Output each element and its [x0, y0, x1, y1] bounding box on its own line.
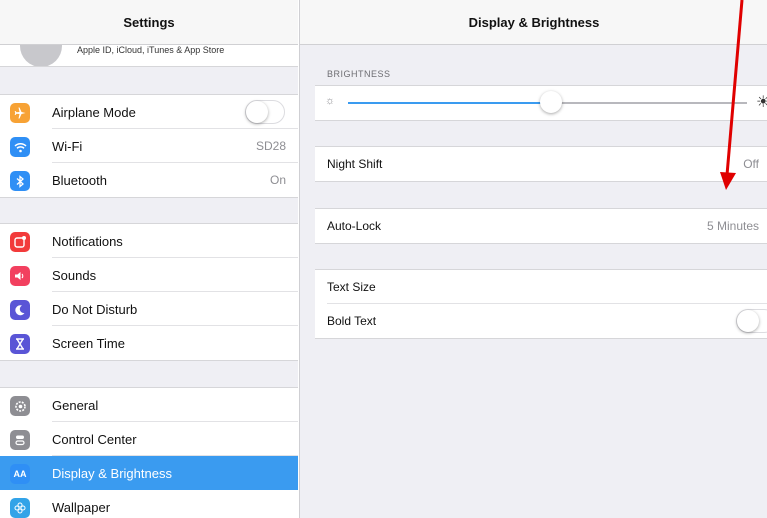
wifi-icon	[10, 137, 30, 157]
text-size-label: Text Size	[327, 280, 376, 294]
flower-icon	[10, 498, 30, 518]
sidebar-item-sounds[interactable]: Sounds	[0, 258, 298, 292]
avatar	[20, 45, 62, 66]
notifications-icon	[10, 232, 30, 252]
airplane-mode-toggle[interactable]	[245, 100, 285, 124]
connectivity-group: Airplane Mode Wi-Fi SD28 Bluetooth On	[0, 94, 298, 198]
sidebar-item-label: Airplane Mode	[52, 105, 136, 120]
hourglass-icon	[10, 334, 30, 354]
sidebar-title: Settings	[123, 15, 175, 30]
night-shift-row[interactable]: Night Shift Off	[315, 147, 767, 181]
apple-id-subtitle: Apple ID, iCloud, iTunes & App Store	[77, 45, 225, 55]
sidebar-item-label: Bluetooth	[52, 173, 107, 188]
night-shift-label: Night Shift	[327, 157, 383, 171]
sidebar-item-label: Do Not Disturb	[52, 302, 138, 317]
sidebar-item-display-brightness[interactable]: AA Display & Brightness	[0, 456, 298, 490]
brightness-card: ☼ ☀	[315, 85, 767, 121]
sidebar-item-label: General	[52, 398, 99, 413]
moon-icon	[10, 300, 30, 320]
display-brightness-pane: Display & Brightness BRIGHTNESS ☼ ☀ Nigh…	[299, 0, 767, 518]
sidebar-item-bluetooth[interactable]: Bluetooth On	[0, 163, 298, 197]
slider-track-empty	[551, 102, 747, 104]
settings-sidebar: Settings Apple ID, iCloud, iTunes & App …	[0, 0, 298, 518]
sidebar-item-label: Wi-Fi	[52, 139, 83, 154]
night-shift-value: Off	[743, 157, 759, 171]
sidebar-item-label: Control Center	[52, 432, 137, 447]
toggle-knob	[246, 101, 268, 123]
brightness-slider-thumb[interactable]	[540, 91, 563, 113]
sidebar-header: Settings	[0, 0, 298, 45]
text-card: Text Size Bold Text	[315, 269, 767, 339]
sidebar-item-control-center[interactable]: Control Center	[0, 422, 298, 456]
sidebar-item-general[interactable]: General	[0, 388, 298, 422]
night-shift-card: Night Shift Off	[315, 146, 767, 182]
sun-small-icon: ☼	[325, 95, 336, 107]
sidebar-item-wallpaper[interactable]: Wallpaper	[0, 490, 298, 518]
auto-lock-row[interactable]: Auto-Lock 5 Minutes	[315, 209, 767, 243]
brightness-slider-row: ☼ ☀	[315, 86, 767, 120]
bold-text-toggle[interactable]	[736, 309, 767, 333]
brightness-section-label: BRIGHTNESS	[327, 69, 391, 79]
bluetooth-value: On	[269, 173, 286, 187]
toggle-knob	[737, 310, 759, 332]
general-group: General Control Center AA Display & Brig…	[0, 387, 298, 518]
sidebar-item-label: Sounds	[52, 268, 97, 283]
notifications-group: Notifications Sounds Do Not Disturb Scre…	[0, 223, 298, 361]
slider-track-filled	[348, 102, 552, 104]
auto-lock-label: Auto-Lock	[327, 219, 382, 233]
sidebar-item-wifi[interactable]: Wi-Fi SD28	[0, 129, 298, 163]
sidebar-item-label: Notifications	[52, 234, 123, 249]
sidebar-item-label: Display & Brightness	[52, 466, 172, 481]
sidebar-item-airplane-mode[interactable]: Airplane Mode	[0, 95, 298, 129]
airplane-icon	[10, 103, 30, 123]
sidebar-item-do-not-disturb[interactable]: Do Not Disturb	[0, 292, 298, 326]
sidebar-item-screen-time[interactable]: Screen Time	[0, 326, 298, 360]
sidebar-item-label: Wallpaper	[52, 500, 111, 515]
text-size-icon: AA	[10, 464, 30, 484]
page-title: Display & Brightness	[468, 15, 600, 30]
sounds-icon	[10, 266, 30, 286]
auto-lock-card: Auto-Lock 5 Minutes	[315, 208, 767, 244]
auto-lock-value: 5 Minutes	[706, 219, 759, 233]
sun-large-icon: ☀	[756, 92, 767, 112]
switches-icon	[10, 430, 30, 450]
bold-text-label: Bold Text	[327, 314, 377, 328]
bluetooth-icon	[10, 171, 30, 191]
detail-header: Display & Brightness	[300, 0, 767, 45]
text-size-row[interactable]: Text Size	[315, 270, 767, 304]
apple-id-row[interactable]: Apple ID, iCloud, iTunes & App Store	[0, 45, 298, 67]
bold-text-row[interactable]: Bold Text	[315, 304, 767, 338]
gear-icon	[10, 396, 30, 416]
wifi-network-value: SD28	[255, 139, 286, 153]
sidebar-item-notifications[interactable]: Notifications	[0, 224, 298, 258]
sidebar-item-label: Screen Time	[52, 336, 125, 351]
